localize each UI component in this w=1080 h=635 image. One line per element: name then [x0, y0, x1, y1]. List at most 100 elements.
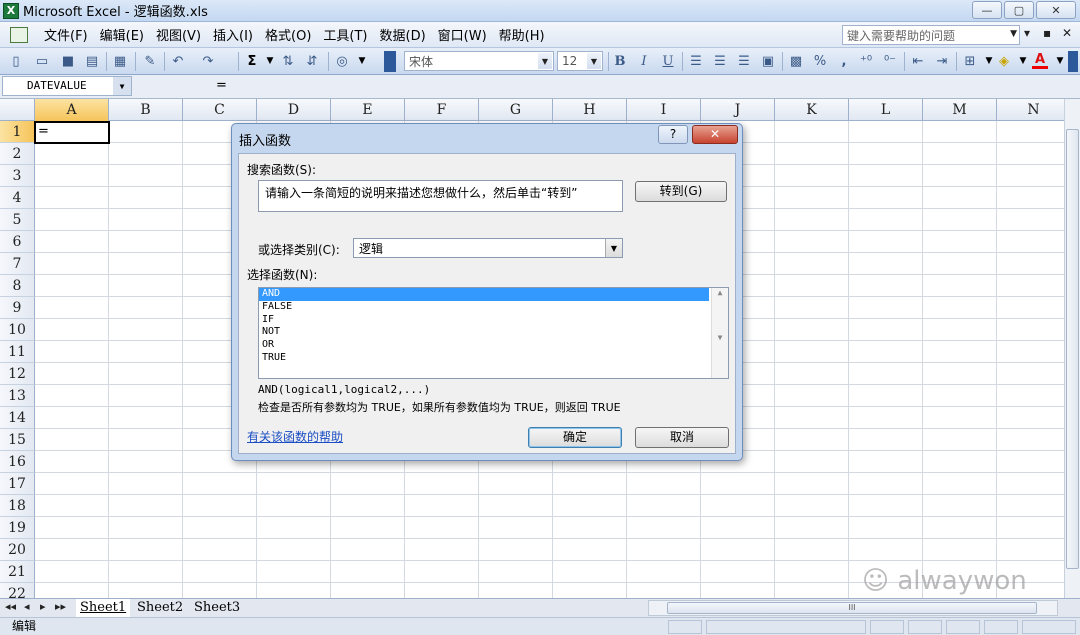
function-help-link[interactable]: 有关该函数的帮助 [247, 428, 343, 445]
row-header-21[interactable]: 21 [0, 561, 35, 583]
column-header-j[interactable]: J [701, 99, 775, 121]
first-sheet-arrow[interactable]: ◂◂ [5, 600, 16, 613]
category-select[interactable]: 逻辑 ▼ [353, 238, 623, 258]
bold-button[interactable]: B [612, 53, 628, 69]
menu-insert[interactable]: 插入(I) [207, 25, 259, 44]
row-header-14[interactable]: 14 [0, 407, 35, 429]
merge-center-icon[interactable]: ▣ [760, 53, 776, 69]
function-list[interactable]: AND FALSE IF NOT OR TRUE ▲ ▼ [258, 287, 729, 379]
open-folder-icon[interactable]: ▭ [34, 53, 50, 69]
menu-window[interactable]: 窗口(W) [432, 25, 493, 44]
row-header-9[interactable]: 9 [0, 297, 35, 319]
permission-icon[interactable]: ▤ [84, 53, 100, 69]
sheet-tab-sheet3[interactable]: Sheet3 [190, 599, 244, 617]
decrease-indent-icon[interactable]: ⇤ [910, 53, 926, 69]
print-icon[interactable]: ▦ [112, 53, 128, 69]
menu-format[interactable]: 格式(O) [259, 25, 317, 44]
function-item-and[interactable]: AND [259, 288, 709, 301]
column-header-e[interactable]: E [331, 99, 405, 121]
chevron-down-icon[interactable]: ▼ [1015, 53, 1031, 69]
increase-indent-icon[interactable]: ⇥ [934, 53, 950, 69]
new-file-icon[interactable]: ▯ [8, 53, 24, 69]
chevron-down-icon[interactable]: ▼ [1010, 29, 1017, 39]
column-header-g[interactable]: G [479, 99, 553, 121]
help-question-input[interactable]: 键入需要帮助的问题 ▼ [842, 25, 1020, 45]
function-list-scrollbar[interactable]: ▲ ▼ [711, 288, 728, 378]
toolbar-options-grip[interactable] [384, 51, 396, 72]
workbook-icon[interactable] [10, 26, 28, 43]
minimize-button[interactable]: — [972, 1, 1002, 19]
undo-icon[interactable]: ↶ [170, 53, 186, 69]
chevron-down-icon[interactable]: ▼ [1052, 53, 1068, 69]
prev-sheet-arrow[interactable]: ◂ [24, 600, 30, 613]
format-painter-icon[interactable]: ✎ [142, 53, 158, 69]
sheet-tab-sheet1[interactable]: Sheet1 [76, 599, 131, 617]
align-center-icon[interactable]: ☰ [712, 53, 728, 69]
column-header-f[interactable]: F [405, 99, 479, 121]
row-header-6[interactable]: 6 [0, 231, 35, 253]
percent-button[interactable]: % [812, 53, 828, 69]
doc-minimize-button[interactable]: ▾ [1024, 26, 1030, 40]
row-header-4[interactable]: 4 [0, 187, 35, 209]
align-right-icon[interactable]: ☰ [736, 53, 752, 69]
next-sheet-arrow[interactable]: ▸ [40, 600, 46, 613]
function-item-if[interactable]: IF [259, 314, 709, 327]
row-header-17[interactable]: 17 [0, 473, 35, 495]
row-header-1[interactable]: 1 [0, 121, 35, 143]
row-header-22[interactable]: 22 [0, 583, 35, 598]
cancel-button[interactable]: 取消 [635, 427, 729, 448]
column-header-m[interactable]: M [923, 99, 997, 121]
decrease-decimal-icon[interactable]: ⁰⁻ [882, 53, 898, 69]
sort-descending-icon[interactable]: ⇵ [304, 53, 320, 69]
comma-style-button[interactable]: , [836, 53, 852, 69]
column-header-n[interactable]: N [997, 99, 1064, 121]
row-header-10[interactable]: 10 [0, 319, 35, 341]
row-header-19[interactable]: 19 [0, 517, 35, 539]
row-header-11[interactable]: 11 [0, 341, 35, 363]
row-header-13[interactable]: 13 [0, 385, 35, 407]
menu-view[interactable]: 视图(V) [150, 25, 207, 44]
column-header-c[interactable]: C [183, 99, 257, 121]
go-button[interactable]: 转到(G) [635, 181, 727, 202]
close-window-button[interactable]: ✕ [1036, 1, 1076, 19]
menu-data[interactable]: 数据(D) [374, 25, 432, 44]
doc-restore-button[interactable]: ▪ [1043, 26, 1051, 40]
menu-tools[interactable]: 工具(T) [317, 25, 373, 44]
row-header-20[interactable]: 20 [0, 539, 35, 561]
maximize-button[interactable]: ▢ [1004, 1, 1034, 19]
row-header-18[interactable]: 18 [0, 495, 35, 517]
horizontal-scroll-thumb[interactable]: III [667, 602, 1037, 614]
sheet-tab-sheet2[interactable]: Sheet2 [133, 599, 187, 617]
ok-button[interactable]: 确定 [528, 427, 622, 448]
toolbar-options-grip[interactable] [1068, 51, 1078, 72]
horizontal-scrollbar[interactable]: III [648, 600, 1058, 616]
chevron-down-icon[interactable]: ▼ [981, 53, 997, 69]
chevron-down-icon[interactable]: ▼ [587, 53, 601, 69]
font-color-icon[interactable]: A [1032, 52, 1048, 69]
column-header-l[interactable]: L [849, 99, 923, 121]
formula-input[interactable]: = [216, 78, 227, 93]
underline-button[interactable]: U [660, 53, 676, 69]
italic-button[interactable]: I [636, 53, 652, 69]
row-header-16[interactable]: 16 [0, 451, 35, 473]
autosum-icon[interactable]: Σ [244, 53, 260, 69]
row-header-3[interactable]: 3 [0, 165, 35, 187]
font-name-select[interactable]: 宋体 ▼ [404, 51, 554, 71]
dialog-close-button[interactable]: ✕ [692, 125, 738, 144]
currency-icon[interactable]: ▩ [788, 53, 804, 69]
vertical-scroll-thumb[interactable] [1066, 129, 1079, 569]
redo-icon[interactable]: ↷ [200, 53, 216, 69]
sort-ascending-icon[interactable]: ⇅ [280, 53, 296, 69]
chevron-down-icon[interactable]: ▼ [538, 53, 552, 69]
function-item-true[interactable]: TRUE [259, 352, 709, 365]
menu-help[interactable]: 帮助(H) [493, 25, 551, 44]
function-item-not[interactable]: NOT [259, 326, 709, 339]
row-header-8[interactable]: 8 [0, 275, 35, 297]
column-header-i[interactable]: I [627, 99, 701, 121]
menu-edit[interactable]: 编辑(E) [94, 25, 150, 44]
increase-decimal-icon[interactable]: ⁺⁰ [858, 53, 874, 69]
column-header-h[interactable]: H [553, 99, 627, 121]
function-item-or[interactable]: OR [259, 339, 709, 352]
chevron-down-icon[interactable]: ▼ [354, 53, 370, 69]
column-header-k[interactable]: K [775, 99, 849, 121]
